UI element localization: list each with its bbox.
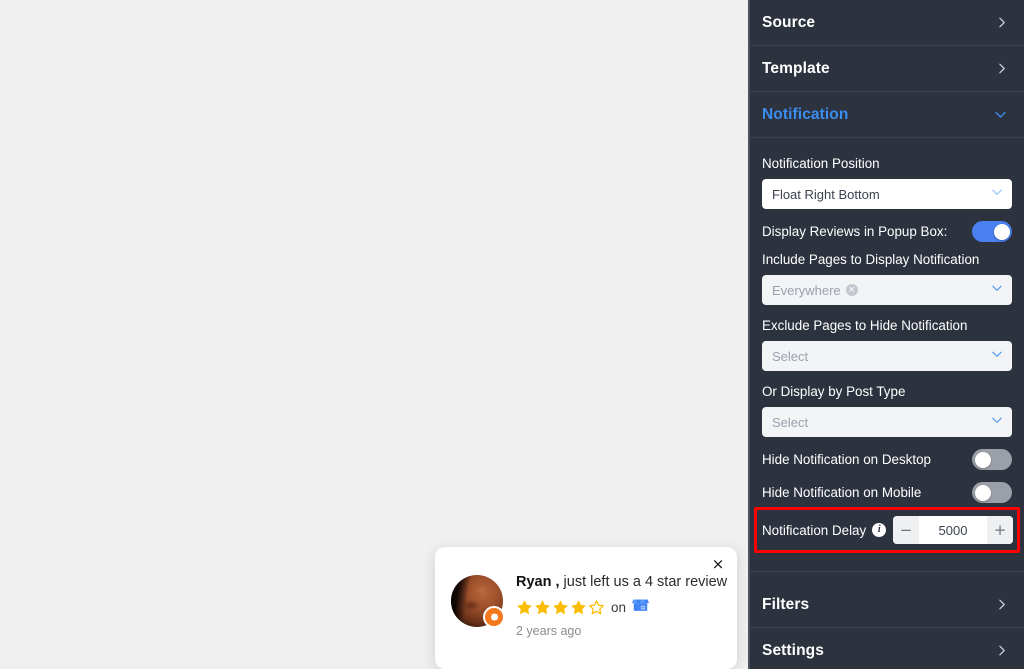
popup-text: Ryan , just left us a 4 star review on 2…: [516, 571, 727, 639]
close-icon[interactable]: ×: [709, 555, 727, 573]
toggle-knob: [993, 223, 1010, 240]
star-icon: [589, 599, 604, 614]
post-type-placeholder: Select: [772, 414, 809, 430]
on-label: on: [611, 599, 627, 615]
notification-delay-label: Notification Delay: [762, 522, 867, 538]
decrement-button[interactable]: −: [893, 516, 919, 545]
display-reviews-toggle[interactable]: [972, 221, 1012, 243]
google-business-profile-icon: [632, 596, 650, 618]
chevron-down-icon[interactable]: [990, 281, 1004, 300]
sidebar-section-source[interactable]: Source: [750, 0, 1024, 46]
sidebar-section-settings[interactable]: Settings: [750, 628, 1024, 669]
review-notification-popup[interactable]: × Ryan , just left us a 4 star review on: [435, 547, 737, 669]
star-icon: [535, 600, 550, 614]
notification-position-label: Notification Position: [762, 156, 880, 171]
include-pages-value: Everywhere ×: [772, 283, 990, 298]
verified-badge-icon: [483, 606, 505, 628]
notification-delay-input[interactable]: [919, 516, 987, 545]
page-canvas: × Ryan , just left us a 4 star review on: [0, 0, 748, 669]
display-reviews-label: Display Reviews in Popup Box:: [762, 223, 948, 239]
review-headline: Ryan , just left us a 4 star review: [516, 573, 727, 591]
sidebar-section-template[interactable]: Template: [750, 46, 1024, 92]
settings-sidebar: Source Template Notification Notificatio…: [748, 0, 1024, 669]
display-reviews-row: Display Reviews in Popup Box:: [762, 221, 1012, 243]
chevron-right-icon[interactable]: [995, 598, 1008, 611]
hide-mobile-toggle[interactable]: [972, 482, 1012, 504]
remove-tag-icon[interactable]: ×: [845, 284, 858, 297]
include-pages-select[interactable]: Everywhere ×: [762, 275, 1012, 306]
sidebar-section-settings-label: Settings: [762, 641, 824, 659]
toggle-knob: [974, 484, 991, 501]
hide-mobile-label: Hide Notification on Mobile: [762, 484, 922, 500]
toggle-knob: [974, 451, 991, 468]
chevron-right-icon[interactable]: [995, 16, 1008, 29]
sidebar-section-filters[interactable]: Filters: [750, 582, 1024, 629]
exclude-pages-label: Exclude Pages to Hide Notification: [762, 318, 968, 334]
avatar: [451, 575, 505, 628]
include-pages-tag-label: Everywhere: [772, 282, 841, 298]
exclude-pages-select[interactable]: Select: [762, 341, 1012, 372]
rating-row: on: [516, 596, 723, 618]
sidebar-section-filters-label: Filters: [762, 595, 810, 613]
include-pages-tag: Everywhere ×: [772, 283, 858, 298]
hide-desktop-toggle[interactable]: [972, 449, 1012, 471]
star-icon: [571, 600, 586, 614]
star-rating: [516, 599, 605, 616]
chevron-down-icon[interactable]: [990, 413, 1004, 432]
popup-body: Ryan , just left us a 4 star review on 2…: [435, 547, 737, 638]
chevron-down-icon[interactable]: [990, 185, 1004, 204]
hide-desktop-label: Hide Notification on Desktop: [762, 451, 931, 467]
hide-desktop-row: Hide Notification on Desktop: [762, 449, 1012, 471]
sidebar-section-template-label: Template: [762, 59, 830, 77]
chevron-right-icon[interactable]: [995, 62, 1008, 75]
hide-mobile-row: Hide Notification on Mobile: [762, 482, 1012, 504]
post-type-label: Or Display by Post Type: [762, 384, 906, 400]
notification-position-value: Float Right Bottom: [772, 186, 880, 202]
exclude-pages-placeholder: Select: [772, 348, 809, 364]
notification-position-select[interactable]: Float Right Bottom: [762, 179, 1012, 210]
star-icon: [553, 600, 568, 614]
reviewer-name: Ryan ,: [516, 574, 560, 590]
chevron-right-icon[interactable]: [995, 644, 1008, 657]
notification-delay-stepper[interactable]: − +: [893, 516, 1013, 545]
notification-delay-label-group: Notification Delay i: [762, 522, 887, 538]
sidebar-section-notification-label: Notification: [762, 105, 849, 123]
include-pages-label: Include Pages to Display Notification: [762, 252, 980, 268]
chevron-down-icon[interactable]: [993, 107, 1008, 122]
post-type-select[interactable]: Select: [762, 407, 1012, 438]
sidebar-section-source-label: Source: [762, 13, 816, 31]
star-icon: [517, 600, 532, 614]
notification-delay-highlight: Notification Delay i − +: [754, 507, 1020, 554]
increment-button[interactable]: +: [987, 516, 1013, 545]
sidebar-section-notification[interactable]: Notification: [750, 92, 1024, 138]
chevron-down-icon[interactable]: [990, 347, 1004, 366]
info-icon[interactable]: i: [872, 523, 887, 538]
review-action-text: just left us a 4 star review: [559, 574, 728, 590]
review-timestamp: 2 years ago: [516, 624, 582, 639]
notification-settings-panel: Notification Position Float Right Bottom…: [750, 138, 1024, 573]
